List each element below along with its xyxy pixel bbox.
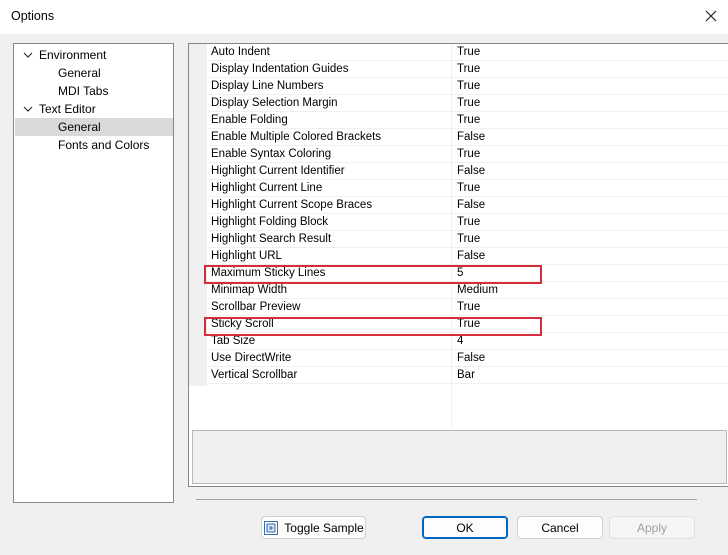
property-name: Vertical Scrollbar [211,369,298,381]
toggle-sample-icon [264,520,279,535]
property-row[interactable]: Highlight Current Identifier False [207,163,728,180]
property-name: Highlight Folding Block [211,216,328,228]
tree-item-fonts-and-colors[interactable]: Fonts and Colors [14,136,173,154]
property-value[interactable]: True [457,63,480,75]
property-value[interactable]: True [457,233,480,245]
highlight-box-maximum-sticky-lines [204,265,542,284]
property-name: Enable Syntax Coloring [211,148,332,160]
property-value[interactable]: True [457,148,480,160]
title-bar: Options [0,0,728,34]
property-name: Highlight Current Scope Braces [211,199,373,211]
property-row[interactable]: Vertical Scrollbar Bar [207,367,728,384]
tree-item-label: Environment [39,48,107,62]
tree-item-text-editor-general[interactable]: General [15,118,173,136]
property-name: Scrollbar Preview [211,301,301,313]
property-name: Use DirectWrite [211,352,292,364]
property-value[interactable]: False [457,352,485,364]
property-row[interactable]: Highlight Current Line True [207,180,728,197]
property-row[interactable]: Enable Syntax Coloring True [207,146,728,163]
property-name: Enable Folding [211,114,288,126]
tree-item-environment[interactable]: Environment [14,46,173,64]
property-name: Display Indentation Guides [211,63,349,75]
property-grid[interactable]: Auto Indent True Display Indentation Guide… [188,43,728,487]
property-row[interactable]: Minimap Width Medium [207,282,728,299]
tree-item-mdi-tabs[interactable]: MDI Tabs [14,82,173,100]
window-title: Options [11,9,55,23]
property-value[interactable]: 4 [457,335,463,347]
property-row[interactable]: Enable Multiple Colored Brackets False [207,129,728,146]
property-value[interactable]: False [457,131,485,143]
property-name: Highlight Search Result [211,233,332,245]
property-value[interactable]: True [457,114,480,126]
property-name: Display Selection Margin [211,97,338,109]
property-value[interactable]: Bar [457,369,475,381]
chevron-down-icon[interactable] [23,46,33,64]
cancel-button[interactable]: Cancel [517,516,603,539]
property-row[interactable]: Highlight Search Result True [207,231,728,248]
property-value[interactable]: True [457,46,480,58]
property-row[interactable]: Display Indentation Guides True [207,61,728,78]
property-value[interactable]: True [457,301,480,313]
ok-button[interactable]: OK [422,516,508,539]
tree-item-label: Text Editor [39,102,96,116]
tree-item-label: Fonts and Colors [58,138,150,152]
property-value[interactable]: True [457,182,480,194]
property-value[interactable]: False [457,165,485,177]
toggle-sample-label: Toggle Sample [284,520,364,535]
property-value[interactable]: True [457,80,480,92]
property-name: Highlight Current Line [211,182,323,194]
apply-label: Apply [636,520,668,535]
property-value[interactable]: False [457,250,485,262]
property-row[interactable]: Highlight Folding Block True [207,214,728,231]
property-row[interactable]: Scrollbar Preview True [207,299,728,316]
property-value[interactable]: False [457,199,485,211]
property-row[interactable]: Auto Indent True [207,44,728,61]
tree-item-label: General [58,120,101,134]
property-value[interactable]: True [457,97,480,109]
property-name: Enable Multiple Colored Brackets [211,131,382,143]
tree-item-environment-general[interactable]: General [14,64,173,82]
tree-item-text-editor[interactable]: Text Editor [14,100,173,118]
ok-label: OK [456,520,474,535]
separator-line [196,499,697,500]
property-name: Highlight URL [211,250,282,262]
property-row[interactable]: Highlight Current Scope Braces False [207,197,728,214]
property-row[interactable]: Use DirectWrite False [207,350,728,367]
property-row[interactable]: Enable Folding True [207,112,728,129]
property-row[interactable]: Highlight URL False [207,248,728,265]
property-row[interactable]: Display Line Numbers True [207,78,728,95]
tree-item-label: General [58,66,101,80]
options-tree[interactable]: Environment General MDI Tabs Text Editor… [13,43,174,503]
property-name: Display Line Numbers [211,80,324,92]
property-name: Auto Indent [211,46,270,58]
chevron-down-icon[interactable] [23,100,33,118]
property-row[interactable]: Display Selection Margin True [207,95,728,112]
tree-item-label: MDI Tabs [58,84,109,98]
description-panel [192,430,727,484]
property-value[interactable]: Medium [457,284,498,296]
property-value[interactable]: True [457,216,480,228]
highlight-box-sticky-scroll [204,317,542,336]
close-icon [705,10,717,22]
toggle-sample-button[interactable]: Toggle Sample [261,516,366,539]
property-name: Highlight Current Identifier [211,165,345,177]
apply-button[interactable]: Apply [609,516,695,539]
property-name: Tab Size [211,335,256,347]
property-name: Minimap Width [211,284,288,296]
close-button[interactable] [696,2,726,30]
cancel-label: Cancel [541,520,579,535]
